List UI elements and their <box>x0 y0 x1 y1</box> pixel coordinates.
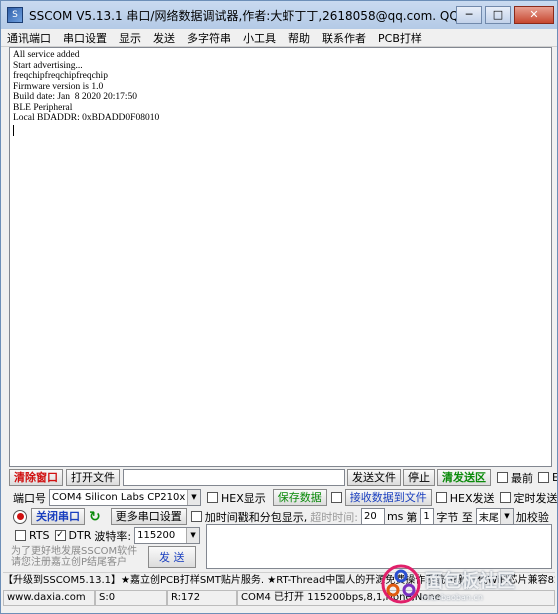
baud-label: 波特率: <box>94 529 132 543</box>
port-value: COM4 Silicon Labs CP210x U <box>52 492 187 503</box>
ad-ticker[interactable]: 【升级到SSCOM5.13.1】★嘉立创PCB打样SMT贴片服务. ★RT-Th… <box>3 572 555 587</box>
receive-line: Build date: Jan 8 2020 20:17:50 <box>13 92 138 102</box>
save-data-button[interactable]: 保存数据 <box>272 489 327 506</box>
clear-window-button[interactable]: 清除窗口 <box>9 469 63 486</box>
rts-checkbox[interactable] <box>15 530 26 541</box>
timed-send-label: 定时发送: <box>513 491 558 505</box>
timestamp-label: 加时间戳和分包显示, <box>204 510 308 524</box>
receive-line: freqchipfreqchipfreqchip <box>13 71 108 81</box>
promo-line-2: 请您注册嘉立创P结尾客户 <box>11 557 128 568</box>
rts-label: RTS <box>29 529 50 542</box>
checksum-label: 加校验 <box>515 510 549 524</box>
sscom-window: S SSCOM V5.13.1 串口/网络数据调试器,作者:大虾丁丁,26180… <box>0 0 558 614</box>
hex-send-checkbox[interactable] <box>435 492 447 503</box>
app-icon[interactable]: S <box>7 7 23 23</box>
record-icon[interactable] <box>13 509 27 524</box>
sent-count: S:0 <box>95 590 167 606</box>
nth-label: 第 <box>406 510 418 524</box>
chevron-down-icon: ▼ <box>499 509 513 524</box>
menu-help[interactable]: 帮助 <box>282 30 316 46</box>
open-file-button[interactable]: 打开文件 <box>66 469 120 486</box>
menu-bar: 通讯端口 串口设置 显示 发送 多字符串 小工具 帮助 联系作者 PCB打样 <box>1 29 557 47</box>
baud-select[interactable]: 115200 ▼ <box>134 527 201 544</box>
received-count: R:172 <box>167 590 237 606</box>
menu-display[interactable]: 显示 <box>113 30 147 46</box>
receive-line: BLE Peripheral <box>13 102 73 113</box>
menu-comm-port[interactable]: 通讯端口 <box>1 30 57 46</box>
clear-send-button[interactable]: 清发送区 <box>437 469 491 486</box>
menu-contact[interactable]: 联系作者 <box>316 30 372 46</box>
port-select[interactable]: COM4 Silicon Labs CP210x U ▼ <box>49 489 201 506</box>
line-toolbar: RTS ✓ DTR 波特率: 115200 ▼ <box>13 527 201 544</box>
receive-line: Firmware version is 1.0 <box>13 81 104 92</box>
menu-pcb[interactable]: PCB打样 <box>372 30 428 46</box>
hex-display-checkbox[interactable] <box>207 492 218 503</box>
timeout-input[interactable]: 20 <box>360 508 385 525</box>
menu-tools[interactable]: 小工具 <box>237 30 282 46</box>
topmost-label: 最前 <box>511 471 533 485</box>
receive-area[interactable]: All service added Start advertising... f… <box>9 47 552 467</box>
menu-port-settings[interactable]: 串口设置 <box>57 30 113 46</box>
ms-label: ms <box>386 510 404 523</box>
receive-line: All service added <box>13 50 80 60</box>
port-toolbar: 端口号 COM4 Silicon Labs CP210x U ▼ HEX显示 保… <box>13 489 558 506</box>
byte-index-input[interactable]: 1 <box>420 508 435 525</box>
promo-line-1: 为了更好地发展SSCOM软件 <box>11 546 138 557</box>
website-link[interactable]: www.daxia.com <box>3 590 95 606</box>
recv-to-file-checkbox[interactable] <box>330 492 342 503</box>
minimize-button[interactable]: ─ <box>456 6 482 24</box>
port-label: 端口号 <box>13 491 46 505</box>
baud-value: 115200 <box>137 530 176 541</box>
menu-send[interactable]: 发送 <box>147 30 181 46</box>
end-value: 末尾 <box>478 513 499 524</box>
send-button[interactable]: 发 送 <box>148 546 196 568</box>
port-status: COM4 已打开 115200bps,8,1,None,None <box>237 590 555 606</box>
receive-line: Start advertising... <box>13 60 83 71</box>
timed-send-checkbox[interactable] <box>499 492 511 503</box>
byte-label: 字节 至 <box>436 510 473 524</box>
english-checkbox[interactable] <box>538 472 549 483</box>
end-select[interactable]: 末尾 ▼ <box>475 508 514 525</box>
send-file-button[interactable]: 发送文件 <box>347 469 401 486</box>
hex-display-label: HEX显示 <box>221 491 266 505</box>
text-caret <box>13 124 14 136</box>
control-toolbar: 关闭串口 ↻ 更多串口设置 加时间戳和分包显示, 超时时间: 20 ms 第 1… <box>13 508 552 525</box>
status-bar: www.daxia.com S:0 R:172 COM4 已打开 115200b… <box>3 590 555 606</box>
promo-text[interactable]: 为了更好地发展SSCOM软件 请您注册嘉立创P结尾客户 <box>11 546 137 568</box>
title-bar: S SSCOM V5.13.1 串口/网络数据调试器,作者:大虾丁丁,26180… <box>1 1 557 29</box>
maximize-button[interactable]: □ <box>485 6 511 24</box>
close-port-button[interactable]: 关闭串口 <box>31 508 85 525</box>
dtr-label: DTR <box>68 529 92 542</box>
dtr-checkbox[interactable]: ✓ <box>54 530 66 541</box>
timestamp-checkbox[interactable] <box>190 511 202 522</box>
close-button[interactable]: ✕ <box>514 6 554 24</box>
menu-multi-string[interactable]: 多字符串 <box>181 30 237 46</box>
chevron-down-icon: ▼ <box>186 528 200 543</box>
file-path-input[interactable] <box>123 469 345 486</box>
timeout-label: 超时时间: <box>310 510 358 524</box>
file-toolbar: 清除窗口 打开文件 发送文件 停止 清发送区 最前 E <box>9 469 557 486</box>
window-title: SSCOM V5.13.1 串口/网络数据调试器,作者:大虾丁丁,2618058… <box>29 8 456 23</box>
refresh-icon[interactable]: ↻ <box>89 509 101 525</box>
send-input[interactable] <box>206 524 552 569</box>
english-label: E <box>552 471 557 484</box>
recv-to-file-button[interactable]: 接收数据到文件 <box>344 489 432 506</box>
receive-line: Local BDADDR: 0xBDADD0F08010 <box>13 113 160 123</box>
topmost-checkbox[interactable] <box>497 472 508 483</box>
stop-button[interactable]: 停止 <box>403 469 435 486</box>
chevron-down-icon: ▼ <box>187 490 200 505</box>
hex-send-label: HEX发送 <box>449 491 495 505</box>
more-settings-button[interactable]: 更多串口设置 <box>110 508 187 525</box>
